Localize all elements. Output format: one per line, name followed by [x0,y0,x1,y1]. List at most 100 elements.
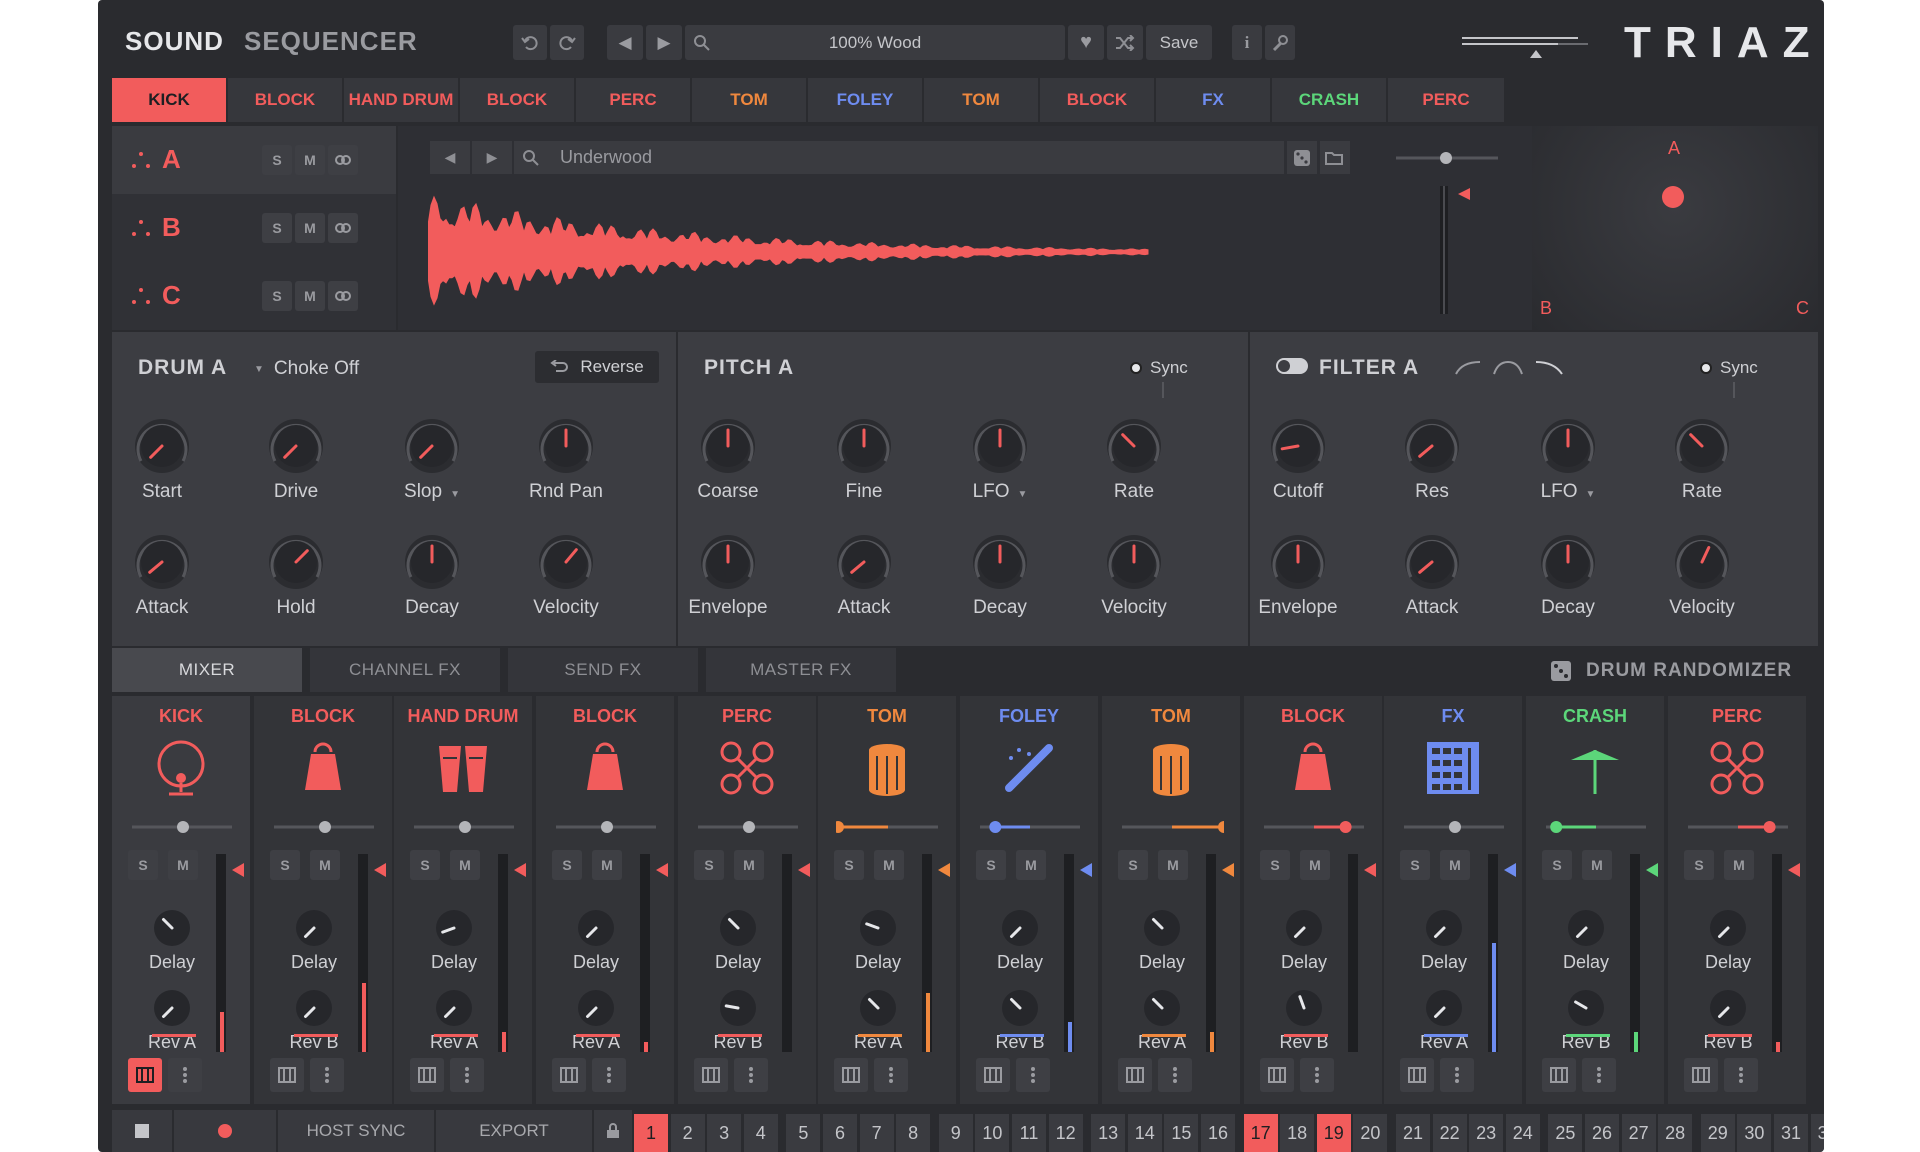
channel-solo-button[interactable]: S [552,850,582,880]
reverb-send-knob[interactable] [434,988,474,1028]
export-button[interactable]: EXPORT [436,1110,592,1152]
layer-solo-button[interactable]: S [262,145,292,175]
instrument-tab[interactable]: FOLEY [808,78,922,122]
instrument-tab[interactable]: BLOCK [460,78,574,122]
channel-mute-button[interactable]: M [734,850,764,880]
filter-sync-toggle[interactable]: Sync [1700,358,1758,378]
pan-slider[interactable] [1402,820,1506,834]
step-button[interactable]: 25 [1548,1114,1583,1152]
filter-knob-cutoff[interactable] [1269,417,1327,475]
step-button[interactable]: 21 [1396,1114,1430,1152]
channel-menu-button[interactable] [1016,1058,1050,1092]
channel-mute-button[interactable]: M [874,850,904,880]
filter-knob-velocity[interactable] [1673,533,1731,591]
channel-menu-button[interactable] [592,1058,626,1092]
instrument-tab[interactable]: HAND DRUM [344,78,458,122]
delay-send-knob[interactable] [858,908,898,948]
step-button[interactable]: 26 [1585,1114,1619,1152]
delay-send-knob[interactable] [1000,908,1040,948]
channel-solo-button[interactable]: S [976,850,1006,880]
step-button[interactable]: 4 [743,1114,778,1152]
step-button[interactable]: 7 [859,1114,894,1152]
channel-keyboard-button[interactable] [1400,1058,1434,1092]
step-button[interactable]: 27 [1621,1114,1656,1152]
channel-keyboard-button[interactable] [1684,1058,1718,1092]
shuffle-button[interactable] [1107,25,1143,60]
channel-mute-button[interactable]: M [1440,850,1470,880]
channel-menu-button[interactable] [450,1058,484,1092]
undo-button[interactable] [513,25,547,60]
channel-solo-button[interactable]: S [1400,850,1430,880]
filter-knob-res[interactable] [1403,417,1461,475]
preset-browser[interactable]: 100% Wood [685,25,1065,60]
step-button[interactable]: 12 [1048,1114,1083,1152]
step-button[interactable]: 13 [1091,1114,1126,1152]
step-button[interactable]: 14 [1127,1114,1162,1152]
pan-slider[interactable] [1686,820,1790,834]
delay-send-knob[interactable] [1142,908,1182,948]
channel-menu-button[interactable] [310,1058,344,1092]
drum-knob-rnd-pan[interactable] [537,417,595,475]
channel-mute-button[interactable]: M [1016,850,1046,880]
instrument-tab[interactable]: FX [1156,78,1270,122]
channel-menu-button[interactable] [874,1058,908,1092]
delay-send-knob[interactable] [718,908,758,948]
drum-knob-hold[interactable] [267,533,325,591]
reverb-send-knob[interactable] [718,988,758,1028]
step-button[interactable]: 24 [1505,1114,1540,1152]
channel-keyboard-button[interactable] [1542,1058,1576,1092]
channel-keyboard-button[interactable] [1260,1058,1294,1092]
step-button[interactable]: 28 [1658,1114,1693,1152]
channel-solo-button[interactable]: S [270,850,300,880]
delay-send-knob[interactable] [1708,908,1748,948]
step-button[interactable]: 8 [896,1114,931,1152]
drum-knob-start[interactable] [133,417,191,475]
filter-knob-lfo[interactable] [1539,417,1597,475]
step-button[interactable]: 23 [1469,1114,1504,1152]
layer-link-button[interactable] [328,281,358,311]
drum-knob-drive[interactable] [267,417,325,475]
layer-mute-button[interactable]: M [295,213,325,243]
step-button[interactable]: 9 [938,1114,973,1152]
pitch-knob-coarse[interactable] [699,417,757,475]
reverb-send-knob[interactable] [1708,988,1748,1028]
channel-keyboard-button[interactable] [270,1058,304,1092]
preset-prev-button[interactable]: ◀ [607,25,643,60]
filter-knob-attack[interactable] [1403,533,1461,591]
reverb-send-knob[interactable] [858,988,898,1028]
reverb-send-knob[interactable] [294,988,334,1028]
channel-menu-button[interactable] [168,1058,202,1092]
channel-menu-button[interactable] [1582,1058,1616,1092]
delay-send-knob[interactable] [434,908,474,948]
channel-mute-button[interactable]: M [168,850,198,880]
pan-slider[interactable] [1544,820,1648,834]
instrument-tab[interactable]: PERC [576,78,690,122]
drum-randomizer-button[interactable]: DRUM RANDOMIZER [1550,660,1792,682]
host-sync-button[interactable]: HOST SYNC [278,1110,434,1152]
pan-slider[interactable] [1120,820,1230,834]
pan-slider[interactable] [832,820,940,834]
channel-mute-button[interactable]: M [310,850,340,880]
layer-link-button[interactable] [328,213,358,243]
sample-volume-control[interactable] [1390,140,1510,320]
step-button[interactable]: 2 [670,1114,705,1152]
instrument-tab[interactable]: TOM [692,78,806,122]
filter-knob-decay[interactable] [1539,533,1597,591]
step-button[interactable]: 32 [1810,1114,1824,1152]
layer-xy-pad[interactable]: A B C [1532,126,1818,330]
step-button[interactable]: 3 [707,1114,742,1152]
step-button[interactable]: 6 [823,1114,857,1152]
step-button[interactable]: 16 [1201,1114,1235,1152]
pitch-knob-decay[interactable] [971,533,1029,591]
master-volume-slider[interactable] [1458,28,1592,64]
channel-solo-button[interactable]: S [694,850,724,880]
save-button[interactable]: Save [1146,25,1212,60]
mixer-tab[interactable]: MASTER FX [706,648,896,692]
pan-slider[interactable] [272,820,376,834]
reverb-send-knob[interactable] [1284,988,1324,1028]
layer-link-button[interactable] [328,145,358,175]
step-button[interactable]: 1 [634,1114,668,1152]
layer-row-b[interactable]: B SM [112,194,396,262]
redo-button[interactable] [550,25,584,60]
step-button[interactable]: 15 [1164,1114,1199,1152]
